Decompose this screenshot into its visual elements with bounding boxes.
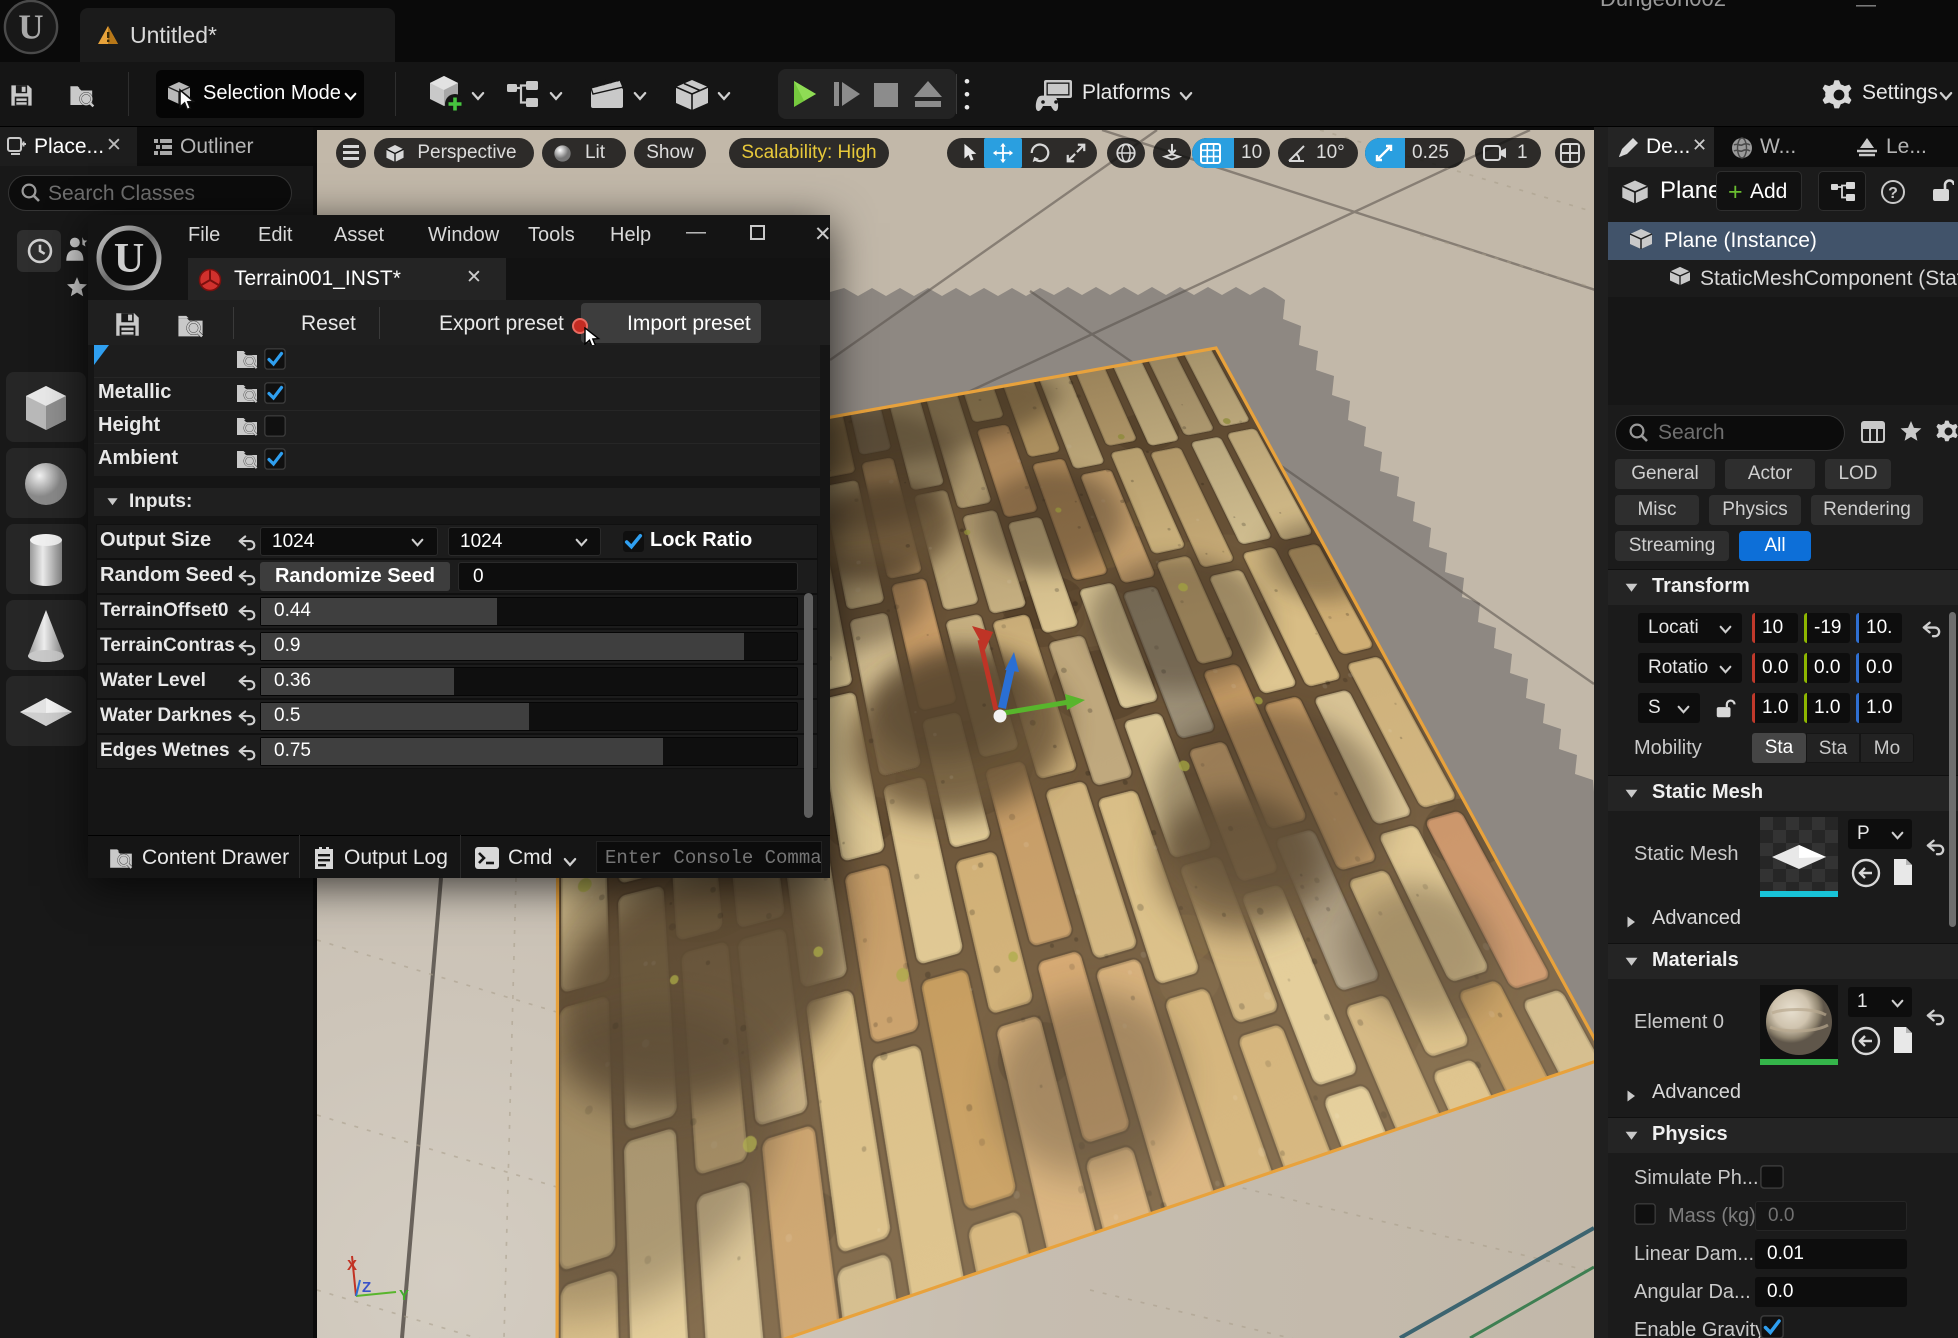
svg-text:?: ?: [1888, 185, 1898, 202]
svg-text:U: U: [114, 236, 144, 282]
svg-text:U: U: [18, 8, 43, 47]
svg-text:X: X: [347, 1257, 357, 1274]
svg-text:Z: Z: [362, 1279, 371, 1296]
svg-text:Y: Y: [399, 1287, 409, 1304]
